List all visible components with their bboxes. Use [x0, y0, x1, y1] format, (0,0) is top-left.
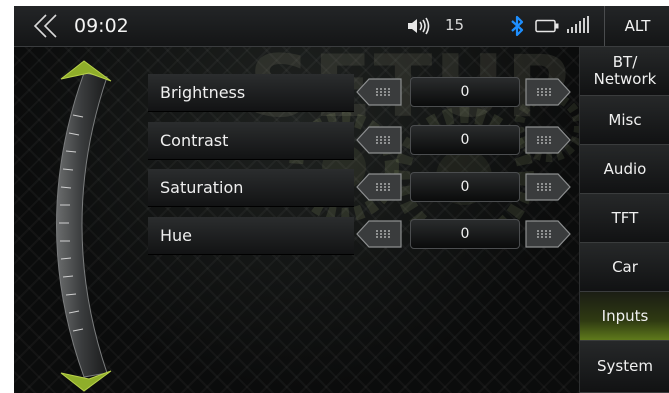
left-arrow-icon — [356, 220, 402, 248]
nav-item-tft[interactable]: TFT — [580, 194, 669, 243]
hue-decrease-button[interactable] — [355, 219, 403, 249]
screen: 09:02 15 ALT SETUP — [14, 6, 669, 393]
battery-icon — [535, 19, 559, 33]
right-arrow-icon — [525, 220, 571, 248]
nav-item-misc[interactable]: Misc — [580, 96, 669, 145]
volume-icon — [408, 17, 430, 35]
status-bar: 09:02 15 ALT — [14, 6, 669, 47]
bluetooth-icon — [511, 15, 524, 37]
brightness-label: Brightness — [148, 74, 354, 112]
nav-item-system[interactable]: System — [580, 341, 669, 393]
contrast-value: 0 — [410, 125, 520, 155]
hue-increase-button[interactable] — [524, 219, 572, 249]
settings-nav: BT/ Network Misc Audio TFT Car Inputs Sy… — [579, 47, 669, 393]
saturation-decrease-button[interactable] — [355, 172, 403, 202]
nav-item-inputs[interactable]: Inputs — [580, 292, 669, 341]
nav-item-car[interactable]: Car — [580, 243, 669, 292]
right-arrow-icon — [525, 126, 571, 154]
signal-icon — [567, 16, 589, 33]
alt-button[interactable]: ALT — [604, 6, 669, 46]
right-arrow-icon — [525, 173, 571, 201]
left-arrow-icon — [356, 173, 402, 201]
nav-item-bt-network[interactable]: BT/ Network — [580, 47, 669, 96]
curved-slider[interactable] — [39, 55, 139, 393]
saturation-label: Saturation — [148, 169, 354, 207]
hue-value: 0 — [410, 219, 520, 249]
settings-panel: SETUP — [14, 47, 579, 393]
contrast-label: Contrast — [148, 122, 354, 160]
saturation-increase-button[interactable] — [524, 172, 572, 202]
left-arrow-icon — [356, 78, 402, 106]
contrast-increase-button[interactable] — [524, 125, 572, 155]
hue-label: Hue — [148, 217, 354, 255]
brightness-increase-button[interactable] — [524, 77, 572, 107]
saturation-value: 0 — [410, 172, 520, 202]
nav-item-audio[interactable]: Audio — [580, 145, 669, 194]
back-button[interactable] — [32, 12, 68, 40]
right-arrow-icon — [525, 78, 571, 106]
contrast-decrease-button[interactable] — [355, 125, 403, 155]
clock: 09:02 — [74, 15, 129, 37]
brightness-value: 0 — [410, 77, 520, 107]
volume-level: 15 — [445, 16, 465, 34]
brightness-decrease-button[interactable] — [355, 77, 403, 107]
left-arrow-icon — [356, 126, 402, 154]
back-double-chevron-icon — [33, 14, 57, 38]
